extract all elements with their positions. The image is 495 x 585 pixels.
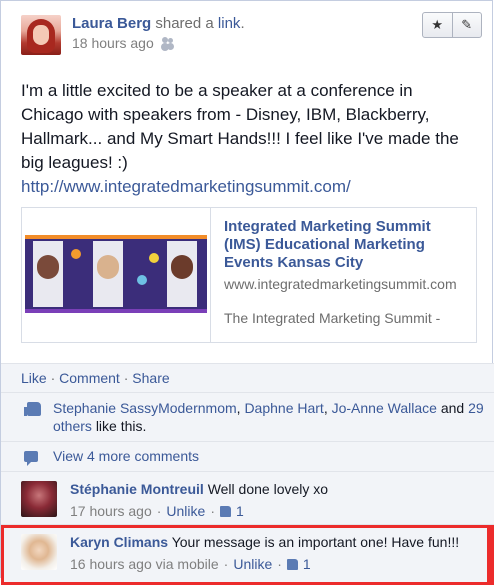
message-text: I'm a little excited to be a speaker at … — [21, 81, 459, 172]
comment-highlighted: Karyn Climans Your message is an importa… — [1, 524, 494, 585]
period: . — [240, 15, 245, 32]
comment-like-count[interactable]: 1 — [303, 555, 311, 573]
unlike-link[interactable]: Unlike — [166, 502, 205, 520]
star-button[interactable]: ★ — [423, 13, 452, 37]
separator-dot: · — [223, 556, 229, 572]
likes-suffix: like this. — [95, 418, 147, 434]
preview-title[interactable]: Integrated Marketing Summit (IMS) Educat… — [224, 218, 464, 272]
liker-name[interactable]: Jo-Anne Wallace — [332, 400, 437, 416]
timestamp-line: 18 hours ago — [72, 35, 176, 51]
edit-button[interactable]: ✎ — [451, 13, 482, 37]
image-dot — [137, 275, 147, 285]
comment-time[interactable]: 16 hours ago via mobile — [70, 555, 219, 573]
comment-text: Your message is an important one! Have f… — [171, 534, 460, 550]
like-link[interactable]: Like — [21, 370, 47, 386]
like-thumb-icon — [24, 402, 41, 416]
friends-privacy-icon[interactable] — [161, 37, 176, 49]
commenter-name[interactable]: Stéphanie Montreuil — [70, 481, 204, 497]
preview-description: The Integrated Marketing Summit - — [224, 310, 441, 326]
share-link[interactable]: Share — [132, 370, 169, 386]
comment-link[interactable]: Comment — [59, 370, 120, 386]
liker-name[interactable]: Daphne Hart — [244, 400, 323, 416]
feedback-area: Like · Comment · Share Stephanie SassyMo… — [1, 363, 494, 585]
separator-dot: · — [210, 503, 215, 519]
unlike-link[interactable]: Unlike — [233, 555, 272, 573]
separator-dot: · — [277, 556, 282, 572]
image-face — [37, 255, 59, 279]
preview-image — [25, 235, 207, 313]
comment-text: Well done lovely xo — [207, 481, 329, 497]
comment-body: Stéphanie Montreuil Well done lovely xo … — [70, 480, 470, 520]
image-bar-top — [25, 235, 207, 239]
story-action-links: Like · Comment · Share — [1, 363, 494, 392]
comment-body: Karyn Climans Your message is an importa… — [70, 533, 470, 573]
image-face — [97, 255, 119, 279]
separator-dot: · — [156, 503, 162, 519]
separator: · — [119, 370, 133, 386]
image-face — [171, 255, 193, 279]
avatar-face — [33, 25, 49, 45]
liker-name[interactable]: Stephanie SassyModernmom — [53, 400, 237, 416]
comment-meta: 17 hours ago · Unlike · 1 — [70, 502, 470, 520]
preview-text: Integrated Marketing Summit (IMS) Educat… — [224, 218, 464, 327]
commenter-avatar[interactable] — [21, 534, 57, 570]
view-more-link[interactable]: View 4 more comments — [53, 448, 199, 464]
story-actions: ★ ✎ — [422, 12, 482, 38]
preview-domain: www.integratedmarketingsummit.com — [224, 276, 457, 292]
like-thumb-icon — [219, 505, 231, 517]
comment-like-count[interactable]: 1 — [236, 502, 244, 520]
feed-story: Laura Berg shared a link. 18 hours ago ★… — [0, 0, 494, 585]
comment-bubble-icon — [24, 451, 38, 466]
commenter-name[interactable]: Karyn Climans — [70, 534, 168, 550]
shared-text: shared a — [155, 15, 214, 32]
commenter-avatar[interactable] — [21, 481, 57, 517]
author-avatar[interactable] — [21, 15, 61, 55]
story-header: Laura Berg shared a link. 18 hours ago — [21, 15, 481, 55]
likes-sentence: Stephanie SassyModernmom, Daphne Hart, J… — [1, 392, 494, 441]
author-line: Laura Berg shared a link. — [72, 15, 245, 32]
message-url[interactable]: http://www.integratedmarketingsummit.com… — [21, 175, 479, 199]
author-name[interactable]: Laura Berg — [72, 15, 151, 32]
comment: Stéphanie Montreuil Well done lovely xo … — [1, 471, 494, 524]
story-message: I'm a little excited to be a speaker at … — [21, 79, 479, 199]
comment-meta: 16 hours ago via mobile · Unlike · 1 — [70, 555, 470, 573]
image-bar-bottom — [25, 309, 207, 313]
image-dot — [149, 253, 159, 263]
image-dot — [71, 249, 81, 259]
view-more-comments[interactable]: View 4 more comments — [1, 441, 494, 471]
like-thumb-icon — [286, 558, 298, 570]
likes-and: and — [440, 400, 465, 416]
shared-link[interactable]: link — [218, 15, 241, 32]
link-preview[interactable]: Integrated Marketing Summit (IMS) Educat… — [21, 207, 477, 343]
comment-time[interactable]: 17 hours ago — [70, 502, 152, 520]
separator: · — [46, 370, 60, 386]
timestamp[interactable]: 18 hours ago — [72, 35, 154, 51]
preview-thumbnail[interactable] — [22, 208, 211, 342]
